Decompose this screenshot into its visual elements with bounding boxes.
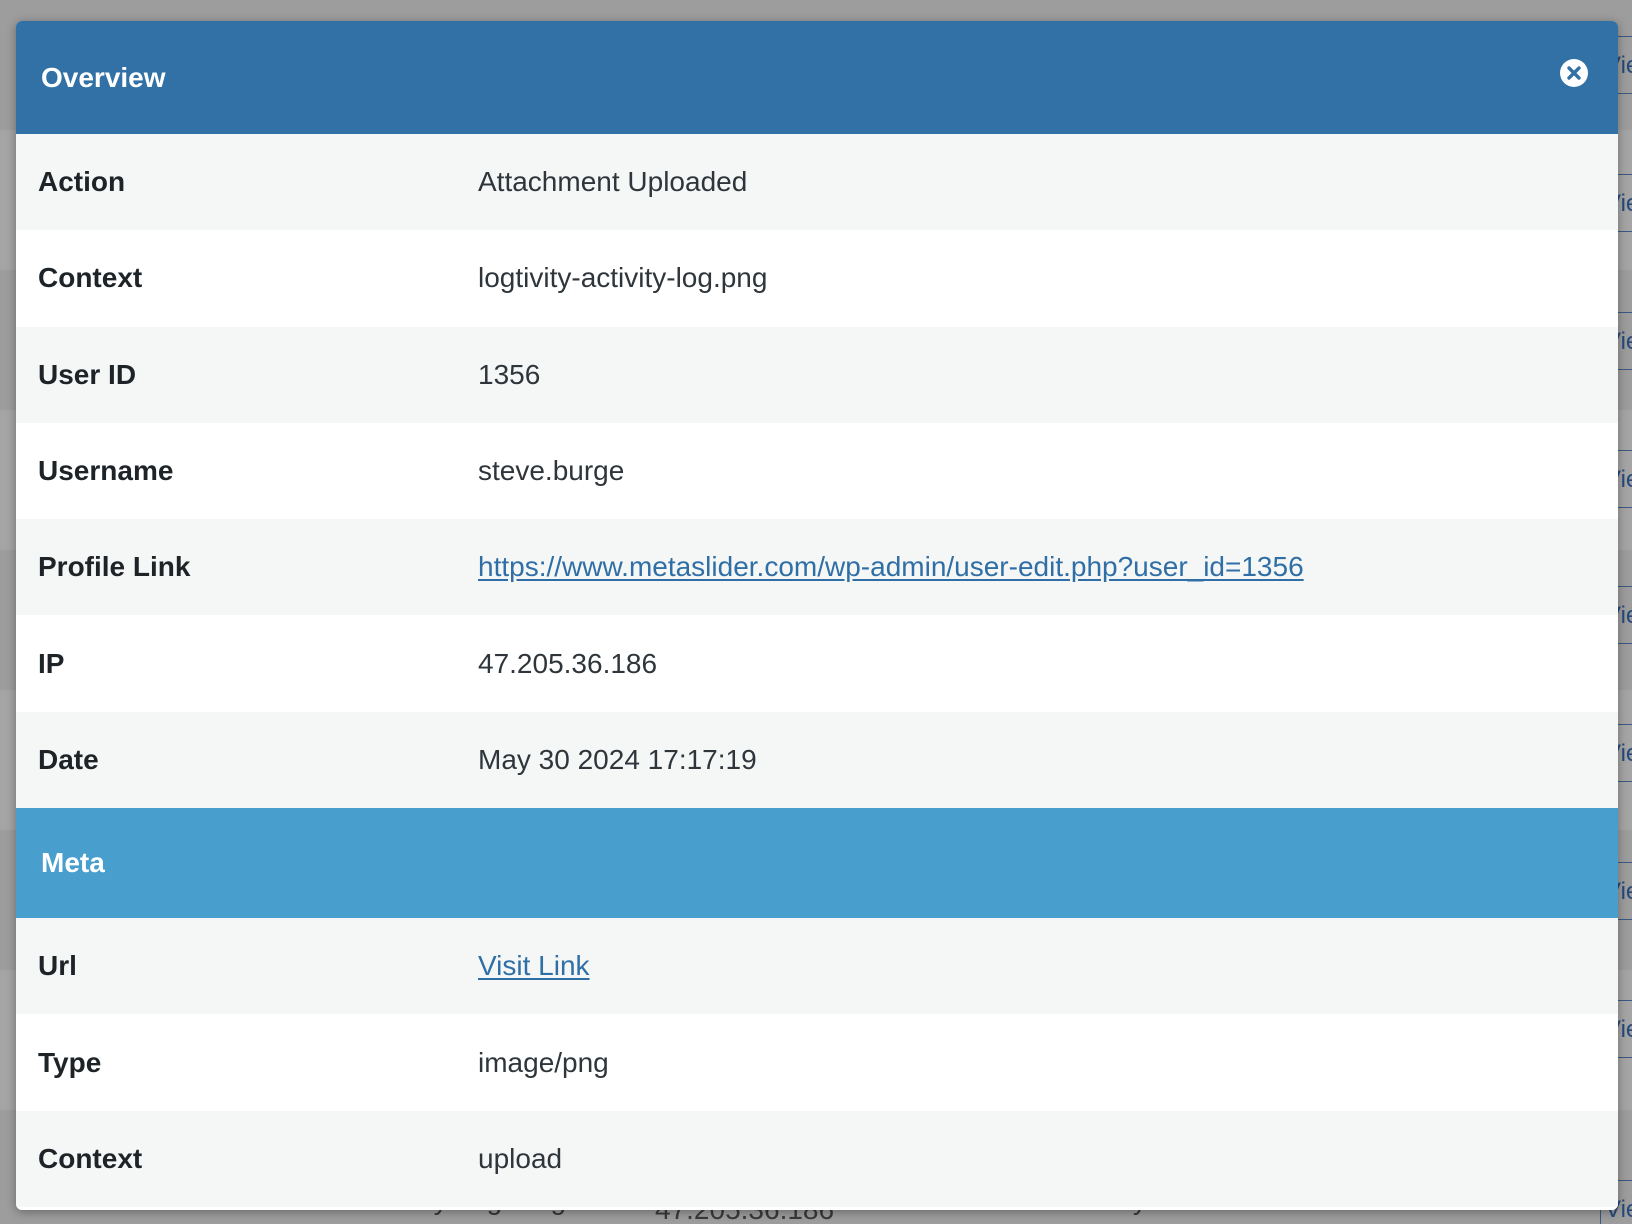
row-value: image/png xyxy=(478,1046,609,1078)
row-link[interactable]: https://www.metaslider.com/wp-admin/user… xyxy=(478,551,1304,583)
row-value: logtivity-activity-log.png xyxy=(478,262,768,294)
row-label: Date xyxy=(38,743,99,775)
row-label: Type xyxy=(38,1046,102,1078)
log-details-modal: Overview Action Attachment Uploaded Contex… xyxy=(16,21,1618,1210)
row-value: 47.205.36.186 xyxy=(478,647,658,679)
meta-table: Url Visit Link Type image/png Context upload xyxy=(16,918,1618,1207)
meta-header: Meta xyxy=(16,808,1618,919)
row-value: upload xyxy=(478,1142,563,1174)
table-row: Action Attachment Uploaded xyxy=(16,134,1618,231)
close-icon[interactable] xyxy=(1560,59,1588,87)
row-label: Url xyxy=(38,950,77,982)
row-label: Context xyxy=(38,262,143,294)
row-label: IP xyxy=(38,647,65,679)
row-label: Username xyxy=(38,455,174,487)
row-label: User ID xyxy=(38,358,137,390)
row-label: Profile Link xyxy=(38,551,191,583)
row-value: steve.burge xyxy=(478,455,625,487)
table-row: Type image/png xyxy=(16,1014,1618,1111)
row-value: 1356 xyxy=(478,358,541,390)
row-link[interactable]: Visit Link xyxy=(478,950,590,982)
table-row: IP 47.205.36.186 xyxy=(16,615,1618,712)
meta-title: Meta xyxy=(41,847,105,879)
table-row: Context upload xyxy=(16,1110,1618,1207)
overview-header: Overview xyxy=(16,21,1618,134)
overview-table: Action Attachment Uploaded Context logtivit… xyxy=(16,134,1618,809)
row-label: Context xyxy=(38,1142,143,1174)
table-row: Profile Link https://www.metaslider.com/w… xyxy=(16,519,1618,616)
row-value: Attachment Uploaded xyxy=(478,166,748,198)
table-row: Context logtivity-activity-log.png xyxy=(16,230,1618,327)
table-row: User ID 1356 xyxy=(16,326,1618,423)
row-label: Action xyxy=(38,166,126,198)
table-row: Username steve.burge xyxy=(16,422,1618,520)
overview-title: Overview xyxy=(41,61,166,93)
table-row: Url Visit Link xyxy=(16,918,1618,1015)
table-row: Date May 30 2024 17:17:19 xyxy=(16,711,1618,809)
row-value: May 30 2024 17:17:19 xyxy=(478,743,757,775)
